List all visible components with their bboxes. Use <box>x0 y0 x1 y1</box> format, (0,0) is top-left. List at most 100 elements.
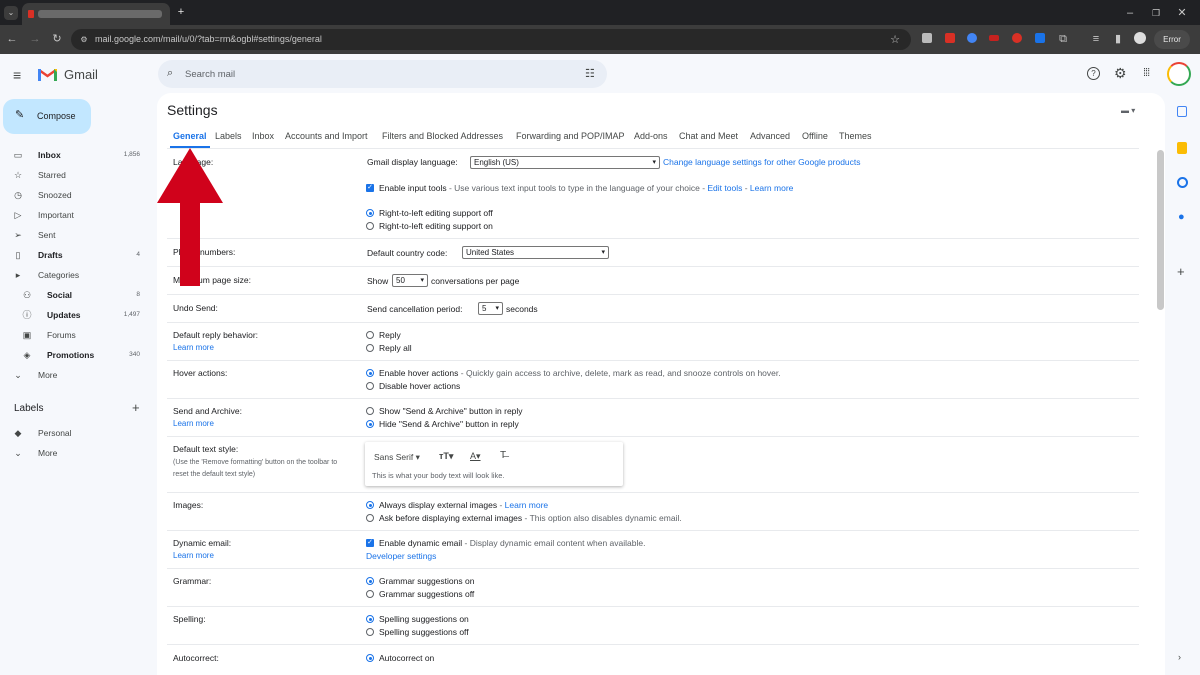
autocorrect-on-radio[interactable] <box>366 654 374 662</box>
sidebar-item-drafts[interactable]: ▯ Drafts 4 <box>0 245 150 265</box>
extension-icon-5[interactable] <box>1012 33 1022 43</box>
minimize-icon[interactable]: – <box>1124 7 1136 19</box>
compose-button[interactable]: ✎ Compose <box>3 99 91 134</box>
extension-icon-3[interactable] <box>967 33 977 43</box>
images-learn-more-link[interactable]: Learn more <box>505 500 548 510</box>
calendar-icon[interactable] <box>1177 106 1187 117</box>
label-item-more[interactable]: ⌄ More <box>0 443 150 463</box>
label-item-personal[interactable]: ◆ Personal <box>0 423 150 443</box>
grammar-off-radio[interactable] <box>366 590 374 598</box>
rtl-off-radio[interactable] <box>366 209 374 217</box>
search-icon[interactable]: ⌕ <box>167 67 173 80</box>
support-icon[interactable]: ? <box>1087 67 1100 80</box>
scrollbar[interactable] <box>1157 150 1164 310</box>
tab-labels[interactable]: Labels <box>215 131 242 141</box>
tab-add-ons[interactable]: Add-ons <box>634 131 668 141</box>
tab-advanced[interactable]: Advanced <box>750 131 790 141</box>
sidebar-item-inbox[interactable]: ▭ Inbox 1,856 <box>0 145 150 165</box>
show-send-archive-radio[interactable] <box>366 407 374 415</box>
restore-icon[interactable]: ❐ <box>1150 7 1162 19</box>
input-tools-learn-more-link[interactable]: Learn more <box>750 183 793 193</box>
tab-accounts-and-import[interactable]: Accounts and Import <box>285 131 368 141</box>
always-display-images-radio[interactable] <box>366 501 374 509</box>
change-language-link[interactable]: Change language settings for other Googl… <box>663 157 861 167</box>
site-info-icon[interactable]: ⚙ <box>78 34 90 46</box>
apps-grid-icon[interactable]: ⁞⁞⁞ <box>1143 67 1150 79</box>
reply-learn-more-link[interactable]: Learn more <box>173 343 214 352</box>
tab-themes[interactable]: Themes <box>839 131 872 141</box>
extensions-puzzle-icon[interactable]: ⧉ <box>1057 33 1069 45</box>
font-family-dropdown[interactable]: Sans Serif ▾ <box>374 452 420 463</box>
side-panel-icon[interactable]: ▮ <box>1112 33 1124 45</box>
profile-avatar-icon[interactable] <box>1134 32 1146 44</box>
tab-inbox[interactable]: Inbox <box>252 131 274 141</box>
cancellation-period-select[interactable]: 5 ▾ <box>478 302 503 315</box>
search-input[interactable]: Search mail <box>185 69 235 80</box>
sidebar-item-snoozed[interactable]: ◷ Snoozed <box>0 185 150 205</box>
error-button[interactable]: Error <box>1154 30 1190 49</box>
font-size-icon[interactable]: тT▾ <box>439 451 453 462</box>
remove-formatting-icon[interactable]: T̶ <box>500 450 506 461</box>
add-label-button[interactable]: + <box>132 400 140 415</box>
enable-hover-radio[interactable] <box>366 369 374 377</box>
reading-list-icon[interactable]: ≡ <box>1090 33 1102 45</box>
tab-offline[interactable]: Offline <box>802 131 828 141</box>
dynamic-email-checkbox[interactable]: ✓ <box>366 539 374 547</box>
display-language-select[interactable]: English (US) ▾ <box>470 156 660 169</box>
disable-hover-radio[interactable] <box>366 382 374 390</box>
page-size-select[interactable]: 50 ▾ <box>392 274 428 287</box>
bookmark-star-icon[interactable]: ☆ <box>889 34 901 46</box>
spelling-on-radio[interactable] <box>366 615 374 623</box>
account-avatar[interactable] <box>1167 62 1191 86</box>
extension-icon-4[interactable] <box>989 35 999 41</box>
text-style-editor[interactable]: Sans Serif ▾ тT▾ A▾ T̶ This is what your… <box>365 442 623 486</box>
send-archive-learn-more-link[interactable]: Learn more <box>173 419 214 428</box>
tab-filters-and-blocked-addresses[interactable]: Filters and Blocked Addresses <box>382 131 503 141</box>
back-icon[interactable]: ← <box>6 33 18 45</box>
sidebar-item-promotions[interactable]: ◈ Promotions 340 <box>0 345 150 365</box>
new-tab-button[interactable]: + <box>175 6 187 18</box>
extension-icon-1[interactable] <box>922 33 932 43</box>
tasks-icon[interactable] <box>1177 177 1188 188</box>
keep-icon[interactable] <box>1177 142 1187 154</box>
country-code-select[interactable]: United States ▾ <box>462 246 609 259</box>
text-color-icon[interactable]: A▾ <box>470 451 481 462</box>
grammar-on-radio[interactable] <box>366 577 374 585</box>
ask-before-images-radio[interactable] <box>366 514 374 522</box>
tab-general[interactable]: General <box>173 131 207 141</box>
search-options-icon[interactable]: ☷ <box>585 67 595 80</box>
main-menu-icon[interactable]: ≡ <box>13 67 21 83</box>
add-addon-icon[interactable]: + <box>1177 264 1185 279</box>
sidebar-item-updates[interactable]: ⓘ Updates 1,497 <box>0 305 150 325</box>
edit-tools-link[interactable]: Edit tools <box>707 183 742 193</box>
expand-side-panel-icon[interactable]: › <box>1178 652 1181 662</box>
settings-gear-icon[interactable]: ⚙ <box>1114 65 1127 82</box>
extension-icon-2[interactable] <box>945 33 955 43</box>
dynamic-learn-more-link[interactable]: Learn more <box>173 551 214 560</box>
spelling-off-radio[interactable] <box>366 628 374 636</box>
sidebar-item-more[interactable]: ⌄ More <box>0 365 150 385</box>
input-tools-toggle[interactable]: ▬ ▾ <box>1121 106 1135 115</box>
gmail-logo-icon[interactable] <box>38 68 57 81</box>
sidebar-item-categories[interactable]: ▸ Categories <box>0 265 150 285</box>
contacts-icon[interactable]: ● <box>1178 211 1185 223</box>
tab-forwarding-and-pop-imap[interactable]: Forwarding and POP/IMAP <box>516 131 625 141</box>
forward-icon[interactable]: → <box>29 33 41 45</box>
tab-search-icon[interactable]: ⌄ <box>4 6 18 20</box>
address-bar[interactable]: ⚙ mail.google.com/mail/u/0/?tab=rm&ogbl#… <box>71 29 911 50</box>
sidebar-item-starred[interactable]: ☆ Starred <box>0 165 150 185</box>
reply-all-radio[interactable] <box>366 344 374 352</box>
reload-icon[interactable]: ↻ <box>51 33 63 45</box>
developer-settings-link[interactable]: Developer settings <box>366 551 436 561</box>
rtl-on-radio[interactable] <box>366 222 374 230</box>
sidebar-item-sent[interactable]: ➢ Sent <box>0 225 150 245</box>
input-tools-checkbox[interactable]: ✓ <box>366 184 374 192</box>
hide-send-archive-radio[interactable] <box>366 420 374 428</box>
reply-radio[interactable] <box>366 331 374 339</box>
sidebar-item-social[interactable]: ⚇ Social 8 <box>0 285 150 305</box>
tab-chat-and-meet[interactable]: Chat and Meet <box>679 131 738 141</box>
extension-icon-6[interactable] <box>1035 33 1045 43</box>
browser-tab[interactable] <box>22 3 170 25</box>
close-window-icon[interactable]: ✕ <box>1176 7 1188 19</box>
sidebar-item-important[interactable]: ▷ Important <box>0 205 150 225</box>
